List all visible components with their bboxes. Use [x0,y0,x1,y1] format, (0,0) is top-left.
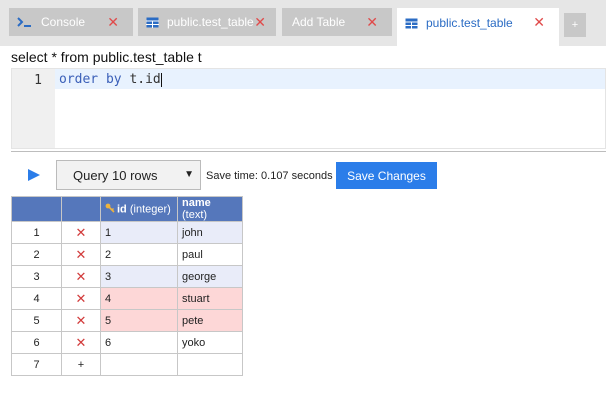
row-number: 6 [11,331,62,354]
cell-id[interactable]: 6 [100,331,178,354]
table-row: 5 ✕ 5 pete [11,309,243,332]
delete-icon: ✕ [75,224,87,240]
new-row: 7 + [11,353,243,376]
dropdown-arrow-icon: ▼ [184,169,194,180]
close-icon[interactable]: ✕ [366,15,378,29]
sql-editor[interactable]: 1 order by t.id [11,68,606,149]
code-line[interactable]: order by t.id [55,69,605,89]
row-number: 1 [11,221,62,244]
delete-icon: ✕ [75,334,87,350]
table-row: 1 ✕ 1 john [11,221,243,244]
tab-bar: Console ✕ public.test_table ✕ Add Table … [0,0,606,46]
cell-id[interactable] [100,353,178,376]
delete-row-button[interactable]: ✕ [61,331,101,354]
play-icon [28,169,40,181]
close-icon[interactable]: ✕ [254,15,266,29]
table-icon [146,17,159,28]
tab-label: public.test_table [167,15,254,29]
results-grid: id (integer) name (text) 1 ✕ 1 john 2 ✕ 2 paul 3… [11,196,243,376]
select-value: Query 10 rows [73,167,158,183]
query-prefix: select * from public.test_table t [11,49,202,65]
cell-name[interactable]: george [177,265,243,288]
terminal-icon [17,16,33,28]
cell-name[interactable] [177,353,243,376]
line-number: 1 [34,73,42,88]
row-number: 2 [11,243,62,266]
table-row: 3 ✕ 3 george [11,265,243,288]
keyword-by: by [105,72,122,87]
delete-icon: ✕ [75,246,87,262]
row-number: 3 [11,265,62,288]
key-icon [105,203,115,216]
delete-icon: ✕ [75,268,87,284]
header-id-name: id [117,202,127,215]
grid-header-row: id (integer) name (text) [11,196,243,222]
table-icon [405,18,418,29]
tab-add-table[interactable]: Add Table ✕ [282,8,392,36]
cell-name[interactable]: paul [177,243,243,266]
table-row: 2 ✕ 2 paul [11,243,243,266]
table-row: 4 ✕ 4 stuart [11,287,243,310]
save-time-status: Save time: 0.107 seconds [206,170,333,182]
run-query-button[interactable] [27,168,41,182]
cell-name[interactable]: stuart [177,287,243,310]
header-name-name: name [182,197,211,209]
cell-id[interactable]: 3 [100,265,178,288]
row-number: 4 [11,287,62,310]
query-rows-select[interactable]: Query 10 rows ▼ [56,160,201,190]
row-number: 5 [11,309,62,332]
cell-name[interactable]: john [177,221,243,244]
tab-public-test-table-active[interactable]: public.test_table ✕ [397,8,559,46]
delete-row-button[interactable]: ✕ [61,265,101,288]
row-number: 7 [11,353,62,376]
text-cursor [160,72,162,87]
close-icon[interactable]: ✕ [533,15,545,29]
cell-id[interactable]: 2 [100,243,178,266]
header-name[interactable]: name (text) [177,196,243,222]
add-tab-button[interactable]: + [564,13,586,37]
delete-icon: ✕ [75,290,87,306]
keyword-order: order [59,72,99,87]
delete-row-button[interactable]: ✕ [61,243,101,266]
header-id[interactable]: id (integer) [100,196,178,222]
identifier: t.id [129,72,161,87]
delete-icon: ✕ [75,312,87,328]
tab-console[interactable]: Console ✕ [9,8,133,36]
editor-divider [11,151,606,152]
tab-public-test-table[interactable]: public.test_table ✕ [138,8,276,36]
header-delete [61,196,101,222]
cell-id[interactable]: 5 [100,309,178,332]
editor-gutter: 1 [12,69,55,148]
header-name-type: (text) [182,209,208,221]
add-row-button[interactable]: + [61,353,101,376]
tab-label: public.test_table [426,16,513,30]
delete-row-button[interactable]: ✕ [61,287,101,310]
cell-name[interactable]: pete [177,309,243,332]
delete-row-button[interactable]: ✕ [61,221,101,244]
delete-row-button[interactable]: ✕ [61,309,101,332]
table-row: 6 ✕ 6 yoko [11,331,243,354]
header-id-type: (integer) [129,202,171,215]
cell-id[interactable]: 4 [100,287,178,310]
header-row-number [11,196,62,222]
tab-label: Add Table [292,15,346,29]
cell-name[interactable]: yoko [177,331,243,354]
close-icon[interactable]: ✕ [107,15,119,29]
cell-id[interactable]: 1 [100,221,178,244]
save-changes-button[interactable]: Save Changes [336,162,437,189]
tab-label: Console [41,15,86,29]
